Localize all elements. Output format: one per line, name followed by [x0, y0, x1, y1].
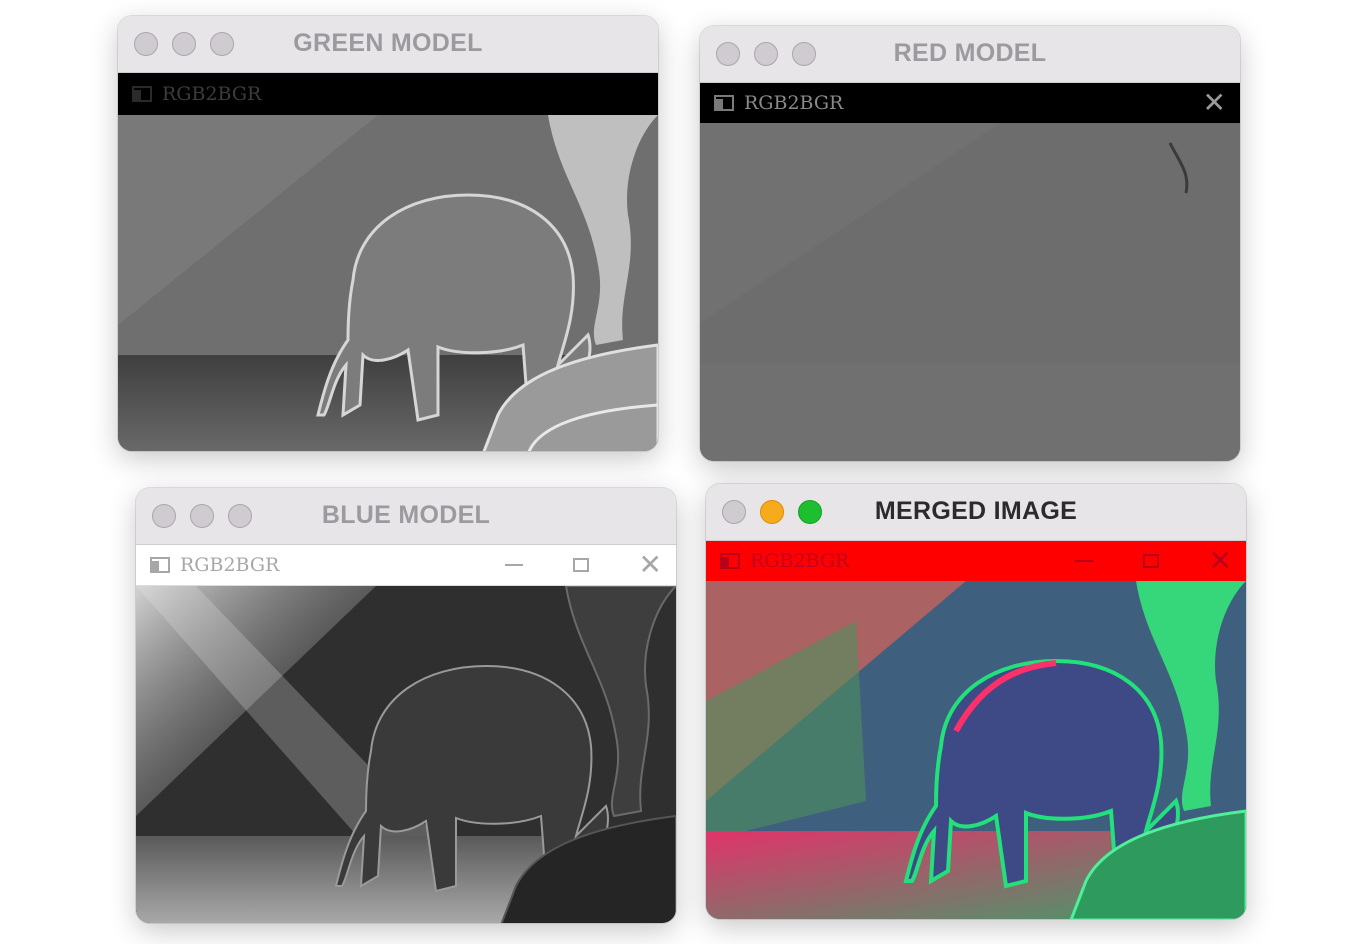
window-title: BLUE MODEL [321, 501, 491, 529]
window-app-icon [712, 93, 736, 113]
window-titlebar[interactable]: GREEN MODEL [118, 16, 658, 73]
maximize-icon[interactable] [572, 558, 589, 572]
subbar-label: RGB2BGR [744, 92, 844, 114]
close-icon[interactable]: ✕ [639, 551, 662, 579]
close-icon[interactable]: ✕ [1203, 89, 1226, 117]
subbar-label: RGB2BGR [750, 550, 850, 572]
channel-image [118, 115, 658, 451]
window-title: GREEN MODEL [293, 29, 483, 57]
window-titlebar[interactable]: BLUE MODEL [136, 488, 676, 545]
subbar-label: RGB2BGR [162, 83, 262, 105]
window-title: RED MODEL [893, 39, 1047, 67]
window-controls: ✕ [1074, 541, 1232, 581]
window-app-icon [130, 84, 154, 104]
elephant-image [706, 581, 1246, 919]
subbar-label: RGB2BGR [180, 554, 280, 576]
green-model-window: GREEN MODEL RGB2BGR [118, 16, 658, 451]
merged-image-window: MERGED IMAGE RGB2BGR ✕ [706, 484, 1246, 919]
window-app-icon [718, 551, 742, 571]
channel-image [700, 123, 1240, 461]
flat-gray-image [700, 123, 1240, 461]
minimize-icon[interactable] [1074, 560, 1093, 562]
elephant-image [136, 586, 676, 923]
window-titlebar[interactable]: MERGED IMAGE [706, 484, 1246, 541]
red-model-window: RED MODEL RGB2BGR ✕ [700, 26, 1240, 461]
window-controls: ✕ [1203, 83, 1226, 123]
window-titlebar[interactable]: RED MODEL [700, 26, 1240, 83]
close-icon[interactable]: ✕ [1209, 547, 1232, 575]
opencv-subbar: RGB2BGR ✕ [706, 541, 1246, 581]
minimize-icon[interactable] [504, 564, 523, 566]
elephant-image [118, 115, 658, 451]
window-app-icon [148, 555, 172, 575]
opencv-subbar: RGB2BGR [118, 73, 658, 115]
merged-image [706, 581, 1246, 919]
opencv-subbar: RGB2BGR ✕ [136, 545, 676, 586]
window-controls: ✕ [504, 545, 662, 585]
maximize-icon[interactable] [1142, 554, 1159, 568]
channel-image [136, 586, 676, 923]
opencv-subbar: RGB2BGR ✕ [700, 83, 1240, 123]
blue-model-window: BLUE MODEL RGB2BGR ✕ [136, 488, 676, 923]
window-title: MERGED IMAGE [874, 497, 1078, 525]
